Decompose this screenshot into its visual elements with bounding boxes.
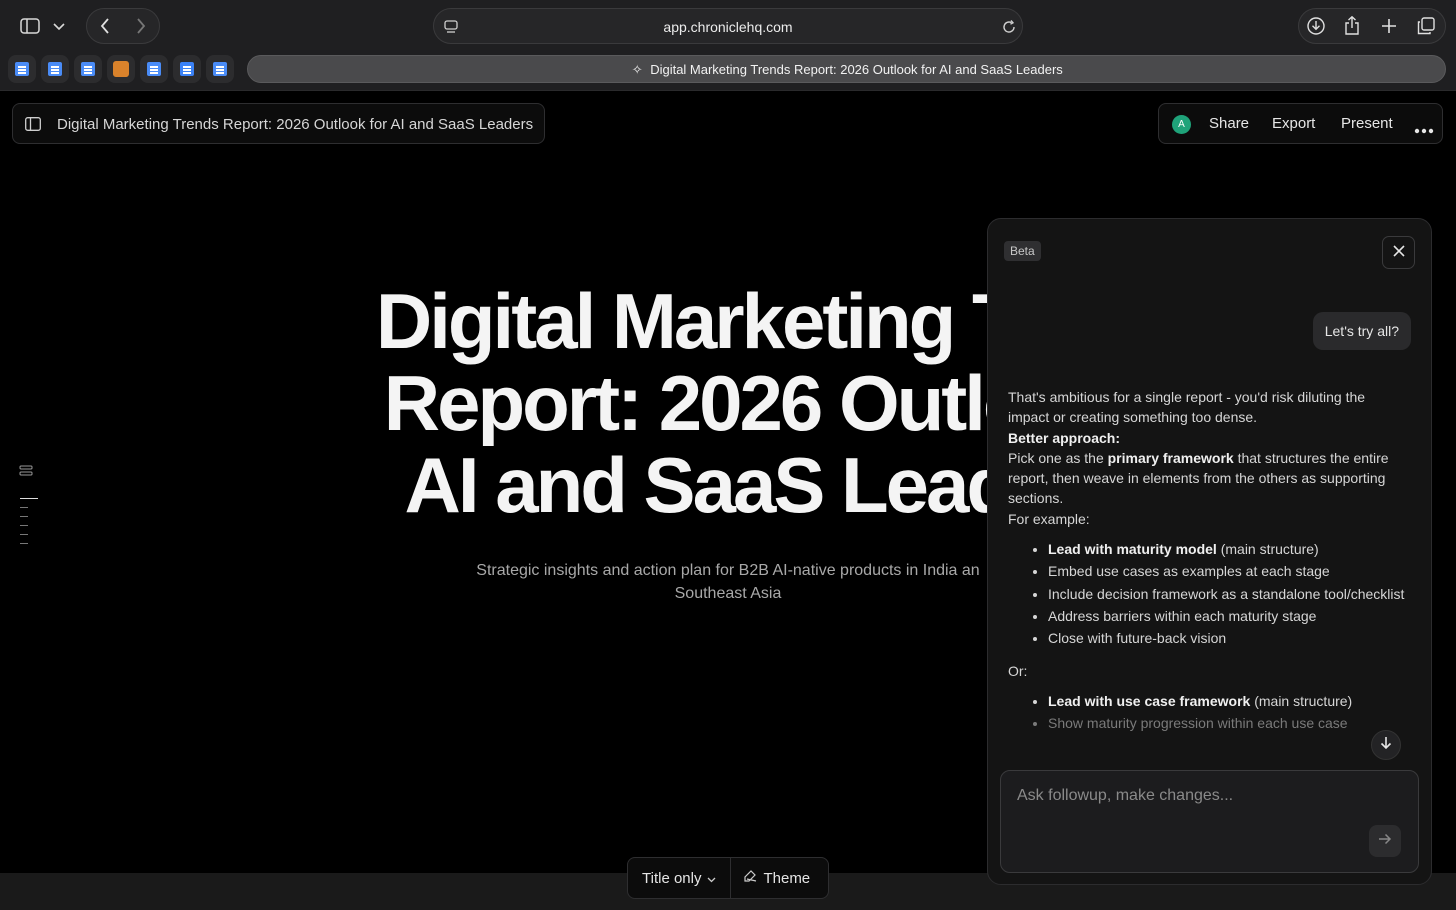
chevron-down-icon <box>707 870 716 887</box>
pinned-tab-docs-icon[interactable] <box>206 55 234 83</box>
followup-input[interactable] <box>1017 787 1397 805</box>
slide-navigator[interactable] <box>20 498 38 552</box>
slide-marker[interactable] <box>20 507 28 508</box>
arrow-down-icon <box>1380 736 1392 755</box>
pinned-tabs <box>8 54 234 84</box>
more-options-icon[interactable] <box>1414 121 1434 134</box>
active-tab[interactable]: ✧ Digital Marketing Trends Report: 2026 O… <box>247 55 1446 83</box>
brush-icon <box>743 869 757 887</box>
theme-button[interactable]: Theme <box>731 858 824 898</box>
beta-badge: Beta <box>1004 241 1041 261</box>
sidebar-panel-icon[interactable] <box>25 117 41 131</box>
reply-paragraph: Pick one as the primary framework that s… <box>1008 449 1389 507</box>
slide-marker[interactable] <box>20 543 28 544</box>
pinned-tab-file-icon[interactable] <box>173 55 201 83</box>
back-icon[interactable] <box>94 15 116 37</box>
new-tab-icon[interactable] <box>1378 15 1400 37</box>
share-button[interactable]: Share <box>1209 115 1249 132</box>
followup-input-box[interactable] <box>1000 770 1419 873</box>
active-tab-title: Digital Marketing Trends Report: 2026 Ou… <box>650 62 1063 77</box>
doc-title: Digital Marketing Trends Report: 2026 Ou… <box>57 116 534 133</box>
user-message: Let's try all? <box>1312 312 1411 350</box>
list-item: Close with future-back vision <box>1048 628 1408 648</box>
pinned-tab-docs-icon[interactable] <box>8 55 36 83</box>
list-item: Embed use cases as examples at each stag… <box>1048 561 1408 581</box>
reply-heading: Better approach: <box>1008 429 1121 446</box>
slide-toolbar: Title only Theme <box>627 857 829 899</box>
doc-title-bar[interactable]: Digital Marketing Trends Report: 2026 Ou… <box>12 103 545 144</box>
reply-or: Or: <box>1008 662 1028 679</box>
scroll-down-button[interactable] <box>1371 730 1401 760</box>
option-list: Lead with maturity model (main structure… <box>1008 539 1408 648</box>
theme-label: Theme <box>763 869 811 887</box>
layout-label: Title only <box>642 869 702 887</box>
option-list: Lead with use case framework (main struc… <box>1008 691 1408 734</box>
pinned-tab-docs-icon[interactable] <box>41 55 69 83</box>
slide-marker[interactable] <box>20 516 28 517</box>
ai-chat-panel: Beta Let's try all? That's ambitious for… <box>987 218 1432 885</box>
address-bar[interactable]: app.chroniclehq.com <box>433 8 1023 44</box>
reload-icon[interactable] <box>1000 18 1018 36</box>
download-icon[interactable] <box>1305 15 1327 37</box>
list-item: Address barriers within each maturity st… <box>1048 606 1408 626</box>
list-item: Show maturity progression within each us… <box>1048 713 1408 733</box>
tab-overview-icon[interactable] <box>1415 15 1437 37</box>
header-actions: A Share Export Present <box>1158 103 1443 144</box>
list-item: Lead with use case framework (main struc… <box>1048 691 1408 711</box>
arrow-right-icon <box>1378 832 1392 850</box>
url-text[interactable]: app.chroniclehq.com <box>434 19 1022 35</box>
list-item: Include decision framework as a standalo… <box>1048 584 1408 604</box>
send-button[interactable] <box>1369 825 1401 857</box>
share-icon[interactable] <box>1341 14 1363 36</box>
chevron-down-icon[interactable] <box>50 18 68 36</box>
pinned-tab-docs-icon[interactable] <box>140 55 168 83</box>
export-button[interactable]: Export <box>1272 115 1315 132</box>
layout-dropdown[interactable]: Title only <box>628 858 730 898</box>
reply-intro: That's ambitious for a single report - y… <box>1008 389 1366 426</box>
slide-marker[interactable] <box>20 525 28 526</box>
sidebar-toggle-icon[interactable] <box>18 15 42 37</box>
pinned-tab-docs-icon[interactable] <box>74 55 102 83</box>
close-button[interactable] <box>1382 236 1415 269</box>
reply-example-label: For example: <box>1008 510 1090 527</box>
pinned-tab-avatar-icon[interactable] <box>107 55 135 83</box>
close-icon <box>1392 244 1405 262</box>
list-item: Lead with maturity model (main structure… <box>1048 539 1408 559</box>
browser-chrome: app.chroniclehq.com ✧ Digital Marketing T… <box>0 0 1456 91</box>
assistant-message: That's ambitious for a single report - y… <box>1008 387 1408 745</box>
avatar[interactable]: A <box>1172 115 1191 134</box>
sparkle-icon: ✧ <box>631 62 643 77</box>
slide-marker[interactable] <box>20 498 38 499</box>
slide-marker[interactable] <box>20 534 28 535</box>
present-button[interactable]: Present <box>1341 115 1393 132</box>
outline-icon[interactable] <box>19 464 33 476</box>
forward-icon[interactable] <box>130 15 152 37</box>
